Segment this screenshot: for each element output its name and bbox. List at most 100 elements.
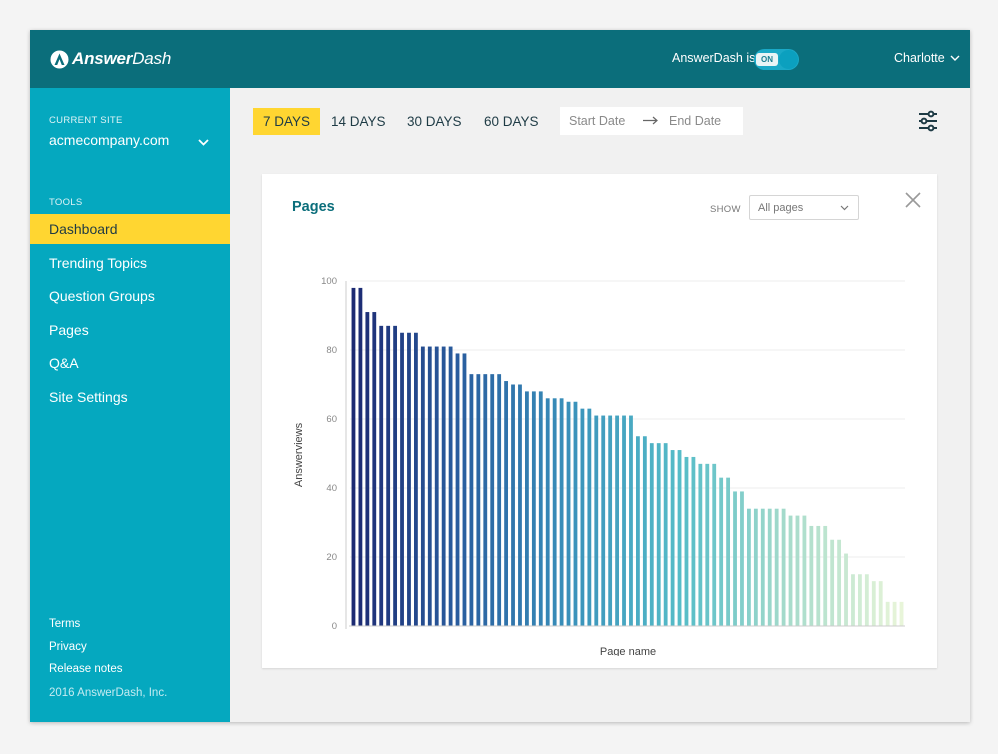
chart-bar[interactable] [733,491,737,626]
sidebar-item-site-settings[interactable]: Site Settings [30,382,230,412]
chart-bar[interactable] [795,515,800,626]
chart-bar[interactable] [545,398,550,626]
chart-bar[interactable] [483,374,488,626]
chart-bar[interactable] [767,508,772,626]
chart-bar[interactable] [622,415,626,626]
range-60-days-button[interactable]: 60 DAYS [474,108,549,135]
range-14-days-button[interactable]: 14 DAYS [321,108,396,135]
chart-bar[interactable] [566,401,571,626]
chart-bar[interactable] [393,325,398,626]
chart-bar[interactable] [538,391,543,626]
sidebar-item-trending-topics[interactable]: Trending Topics [30,248,230,278]
chart-bar[interactable] [469,374,474,626]
privacy-link[interactable]: Privacy [49,641,87,653]
site-selector[interactable]: acmecompany.com [49,132,169,148]
release-notes-link[interactable]: Release notes [49,663,123,675]
chart-bar[interactable] [892,601,897,626]
chart-bar[interactable] [830,539,835,626]
chart-bar[interactable] [816,525,821,626]
chart-bar[interactable] [386,325,391,626]
chart-bar[interactable] [858,574,862,626]
chart-bar[interactable] [490,374,495,626]
chart-bar[interactable] [497,374,502,626]
chart-bar[interactable] [712,463,717,626]
chart-bar[interactable] [642,436,647,626]
chart-bar[interactable] [531,391,536,626]
chart-bar[interactable] [580,408,585,626]
pages-filter-select[interactable]: All pages [749,195,859,220]
chart-bar[interactable] [427,346,432,626]
sidebar-item-pages[interactable]: Pages [30,315,230,345]
chart-bar[interactable] [462,353,467,626]
range-7-days-button[interactable]: 7 DAYS [253,108,321,135]
chart-bar[interactable] [649,443,654,626]
chart-bar[interactable] [594,415,599,626]
start-date-input[interactable]: Start Date [569,114,625,128]
chart-bar[interactable] [511,384,515,627]
chart-bar[interactable] [726,477,731,626]
chart-bar[interactable] [615,415,620,626]
chart-bar[interactable] [552,398,557,626]
chart-bar[interactable] [372,312,377,626]
end-date-input[interactable]: End Date [669,114,721,128]
sidebar-item-dashboard[interactable]: Dashboard [30,214,230,244]
chart-bar[interactable] [878,581,883,626]
sliders-icon[interactable] [918,110,938,132]
chart-bar[interactable] [844,553,848,626]
chart-bar[interactable] [518,384,522,627]
chart-bar[interactable] [656,443,661,626]
chart-bar[interactable] [365,312,370,626]
chart-bar[interactable] [407,332,411,626]
chart-bar[interactable] [434,346,439,626]
chevron-down-icon[interactable] [198,139,209,146]
chart-bar[interactable] [476,374,481,626]
chart-bar[interactable] [601,415,606,626]
chart-bar[interactable] [525,391,529,626]
logo[interactable]: AnswerDash [50,48,171,70]
chart-bar[interactable] [774,508,779,626]
chart-bar[interactable] [747,508,751,626]
chart-bar[interactable] [809,525,814,626]
sidebar-item-qa[interactable]: Q&A [30,348,230,378]
chart-bar[interactable] [351,287,356,626]
close-icon[interactable] [904,191,922,209]
chart-bar[interactable] [379,325,384,626]
chart-bar[interactable] [885,601,890,626]
terms-link[interactable]: Terms [49,618,80,630]
chart-bar[interactable] [608,415,613,626]
chart-bar[interactable] [448,346,453,626]
chart-bar[interactable] [705,463,710,626]
chart-bar[interactable] [559,398,564,626]
chart-bar[interactable] [781,508,786,626]
chart-bar[interactable] [504,381,509,626]
chart-bar[interactable] [677,450,682,626]
user-menu[interactable]: Charlotte [894,51,960,65]
chart-bar[interactable] [636,436,640,626]
chart-bar[interactable] [753,508,758,626]
chart-bar[interactable] [899,601,904,626]
chart-bar[interactable] [802,515,807,626]
chart-bar[interactable] [455,353,460,626]
chart-bar[interactable] [698,463,703,626]
chart-bar[interactable] [823,525,828,626]
chart-bar[interactable] [629,415,633,626]
chart-bar[interactable] [414,332,418,626]
sidebar-item-question-groups[interactable]: Question Groups [30,281,230,311]
chart-bar[interactable] [400,332,404,626]
chart-bar[interactable] [420,346,425,626]
chart-bar[interactable] [691,456,696,626]
chart-bar[interactable] [670,450,675,626]
chart-bar[interactable] [760,508,765,626]
chart-bar[interactable] [871,581,876,626]
chart-bar[interactable] [851,574,855,626]
chart-bar[interactable] [719,477,724,626]
chart-bar[interactable] [663,443,668,626]
chart-bar[interactable] [587,408,592,626]
chart-bar[interactable] [358,287,363,626]
chart-bar[interactable] [441,346,446,626]
chart-bar[interactable] [864,574,869,626]
chart-bar[interactable] [573,401,578,626]
range-30-days-button[interactable]: 30 DAYS [397,108,472,135]
chart-bar[interactable] [684,456,689,626]
answerdash-toggle[interactable]: ON [754,49,799,70]
